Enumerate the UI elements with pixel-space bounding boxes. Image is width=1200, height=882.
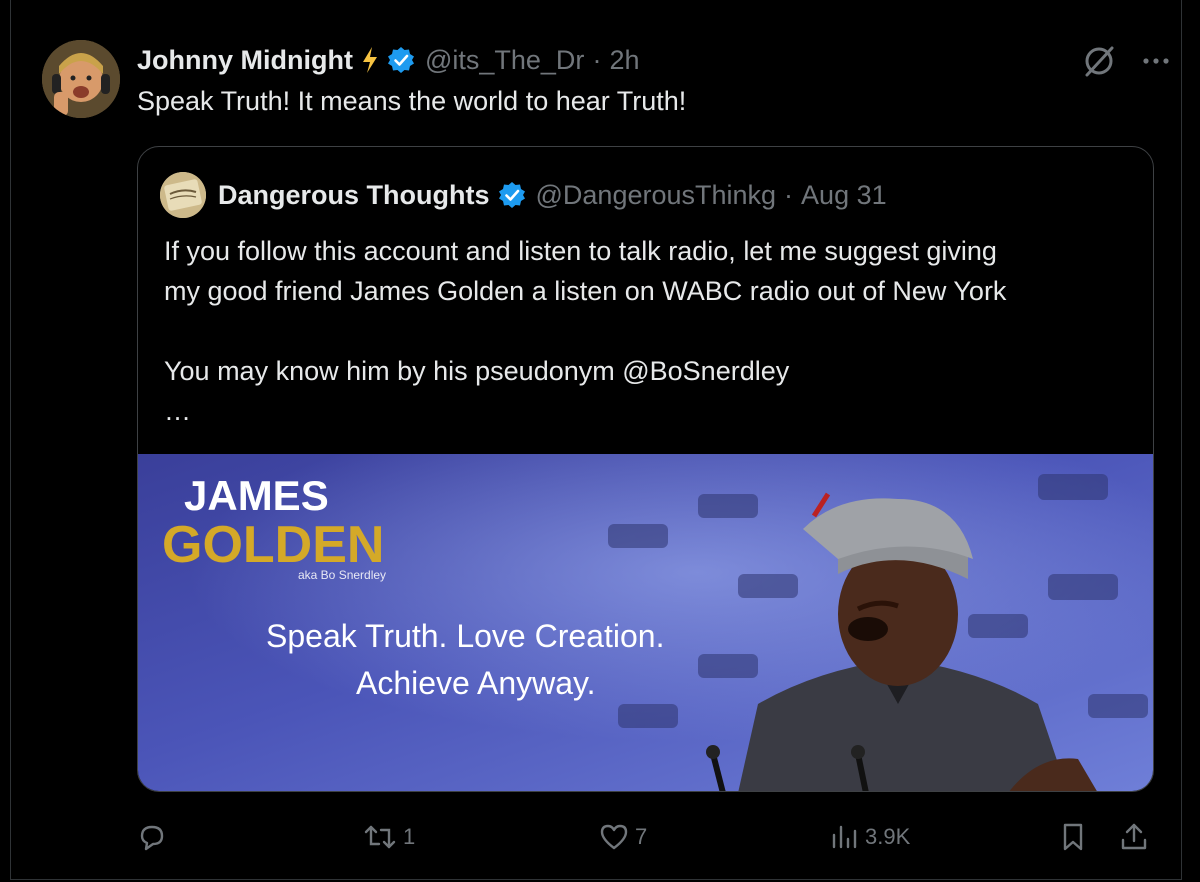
quoted-media-image[interactable]: JAMES GOLDEN aka Bo Snerdley Speak Truth… (138, 454, 1153, 791)
header-separator: · (592, 44, 602, 75)
author-handle[interactable]: @its_The_Dr (425, 45, 584, 76)
bookmark-button[interactable] (1059, 815, 1087, 859)
share-button[interactable] (1119, 815, 1149, 859)
tweet-action-bar: 1 7 3.9K (137, 815, 1155, 859)
quoted-author-display-name[interactable]: Dangerous Thoughts (218, 180, 490, 211)
views-icon (829, 823, 859, 851)
share-icon (1119, 822, 1149, 852)
views-count: 3.9K (865, 824, 911, 849)
lightning-bolt-icon (361, 46, 379, 74)
retweet-button[interactable]: 1 (363, 815, 415, 859)
author-display-name[interactable]: Johnny Midnight (137, 45, 353, 76)
media-aka: aka Bo Snerdley (298, 568, 386, 582)
media-title-line1: JAMES (184, 472, 329, 519)
retweet-icon (363, 822, 397, 852)
media-tagline-line1: Speak Truth. Love Creation. (266, 618, 664, 654)
like-button[interactable]: 7 (599, 815, 647, 859)
like-count: 7 (635, 824, 648, 849)
reply-icon (137, 822, 167, 852)
retweet-count: 1 (403, 824, 416, 849)
media-title-line2: GOLDEN (162, 516, 384, 574)
author-avatar[interactable] (42, 40, 120, 118)
profile-photo-icon (42, 40, 120, 118)
quoted-text-line: my good friend James Golden a listen on … (164, 276, 1007, 306)
quoted-author-avatar[interactable] (160, 172, 206, 218)
heart-icon (599, 823, 629, 851)
bookmark-icon (1059, 822, 1087, 852)
more-options-icon[interactable] (1142, 56, 1170, 66)
tweet-timestamp[interactable]: 2h (609, 45, 639, 76)
quoted-text-line: If you follow this account and listen to… (164, 236, 997, 266)
verified-badge-icon[interactable] (498, 181, 526, 209)
quoted-header-separator: · (784, 179, 794, 210)
parchment-avatar-icon (160, 172, 206, 218)
tweet-header: Johnny Midnight @its_The_Dr · 2h (137, 40, 639, 80)
quoted-tweet-text: If you follow this account and listen to… (164, 231, 1124, 431)
verified-badge-icon[interactable] (387, 46, 415, 74)
quoted-author-handle[interactable]: @DangerousThinkg (536, 180, 777, 211)
media-tagline-line2: Achieve Anyway. (356, 665, 596, 701)
quoted-text-ellipsis: … (164, 396, 191, 426)
grok-icon[interactable] (1082, 44, 1116, 78)
quoted-tweet-header: Dangerous Thoughts @DangerousThinkg · Au… (160, 172, 887, 218)
quoted-tweet-timestamp[interactable]: Aug 31 (801, 180, 887, 211)
quoted-text-line: You may know him by his pseudonym @BoSne… (164, 356, 790, 386)
quoted-tweet[interactable]: Dangerous Thoughts @DangerousThinkg · Au… (137, 146, 1154, 792)
tweet-text: Speak Truth! It means the world to hear … (137, 86, 687, 116)
views-button[interactable]: 3.9K (829, 815, 910, 859)
tweet-top-actions (1082, 44, 1170, 78)
reply-button[interactable] (137, 815, 173, 859)
